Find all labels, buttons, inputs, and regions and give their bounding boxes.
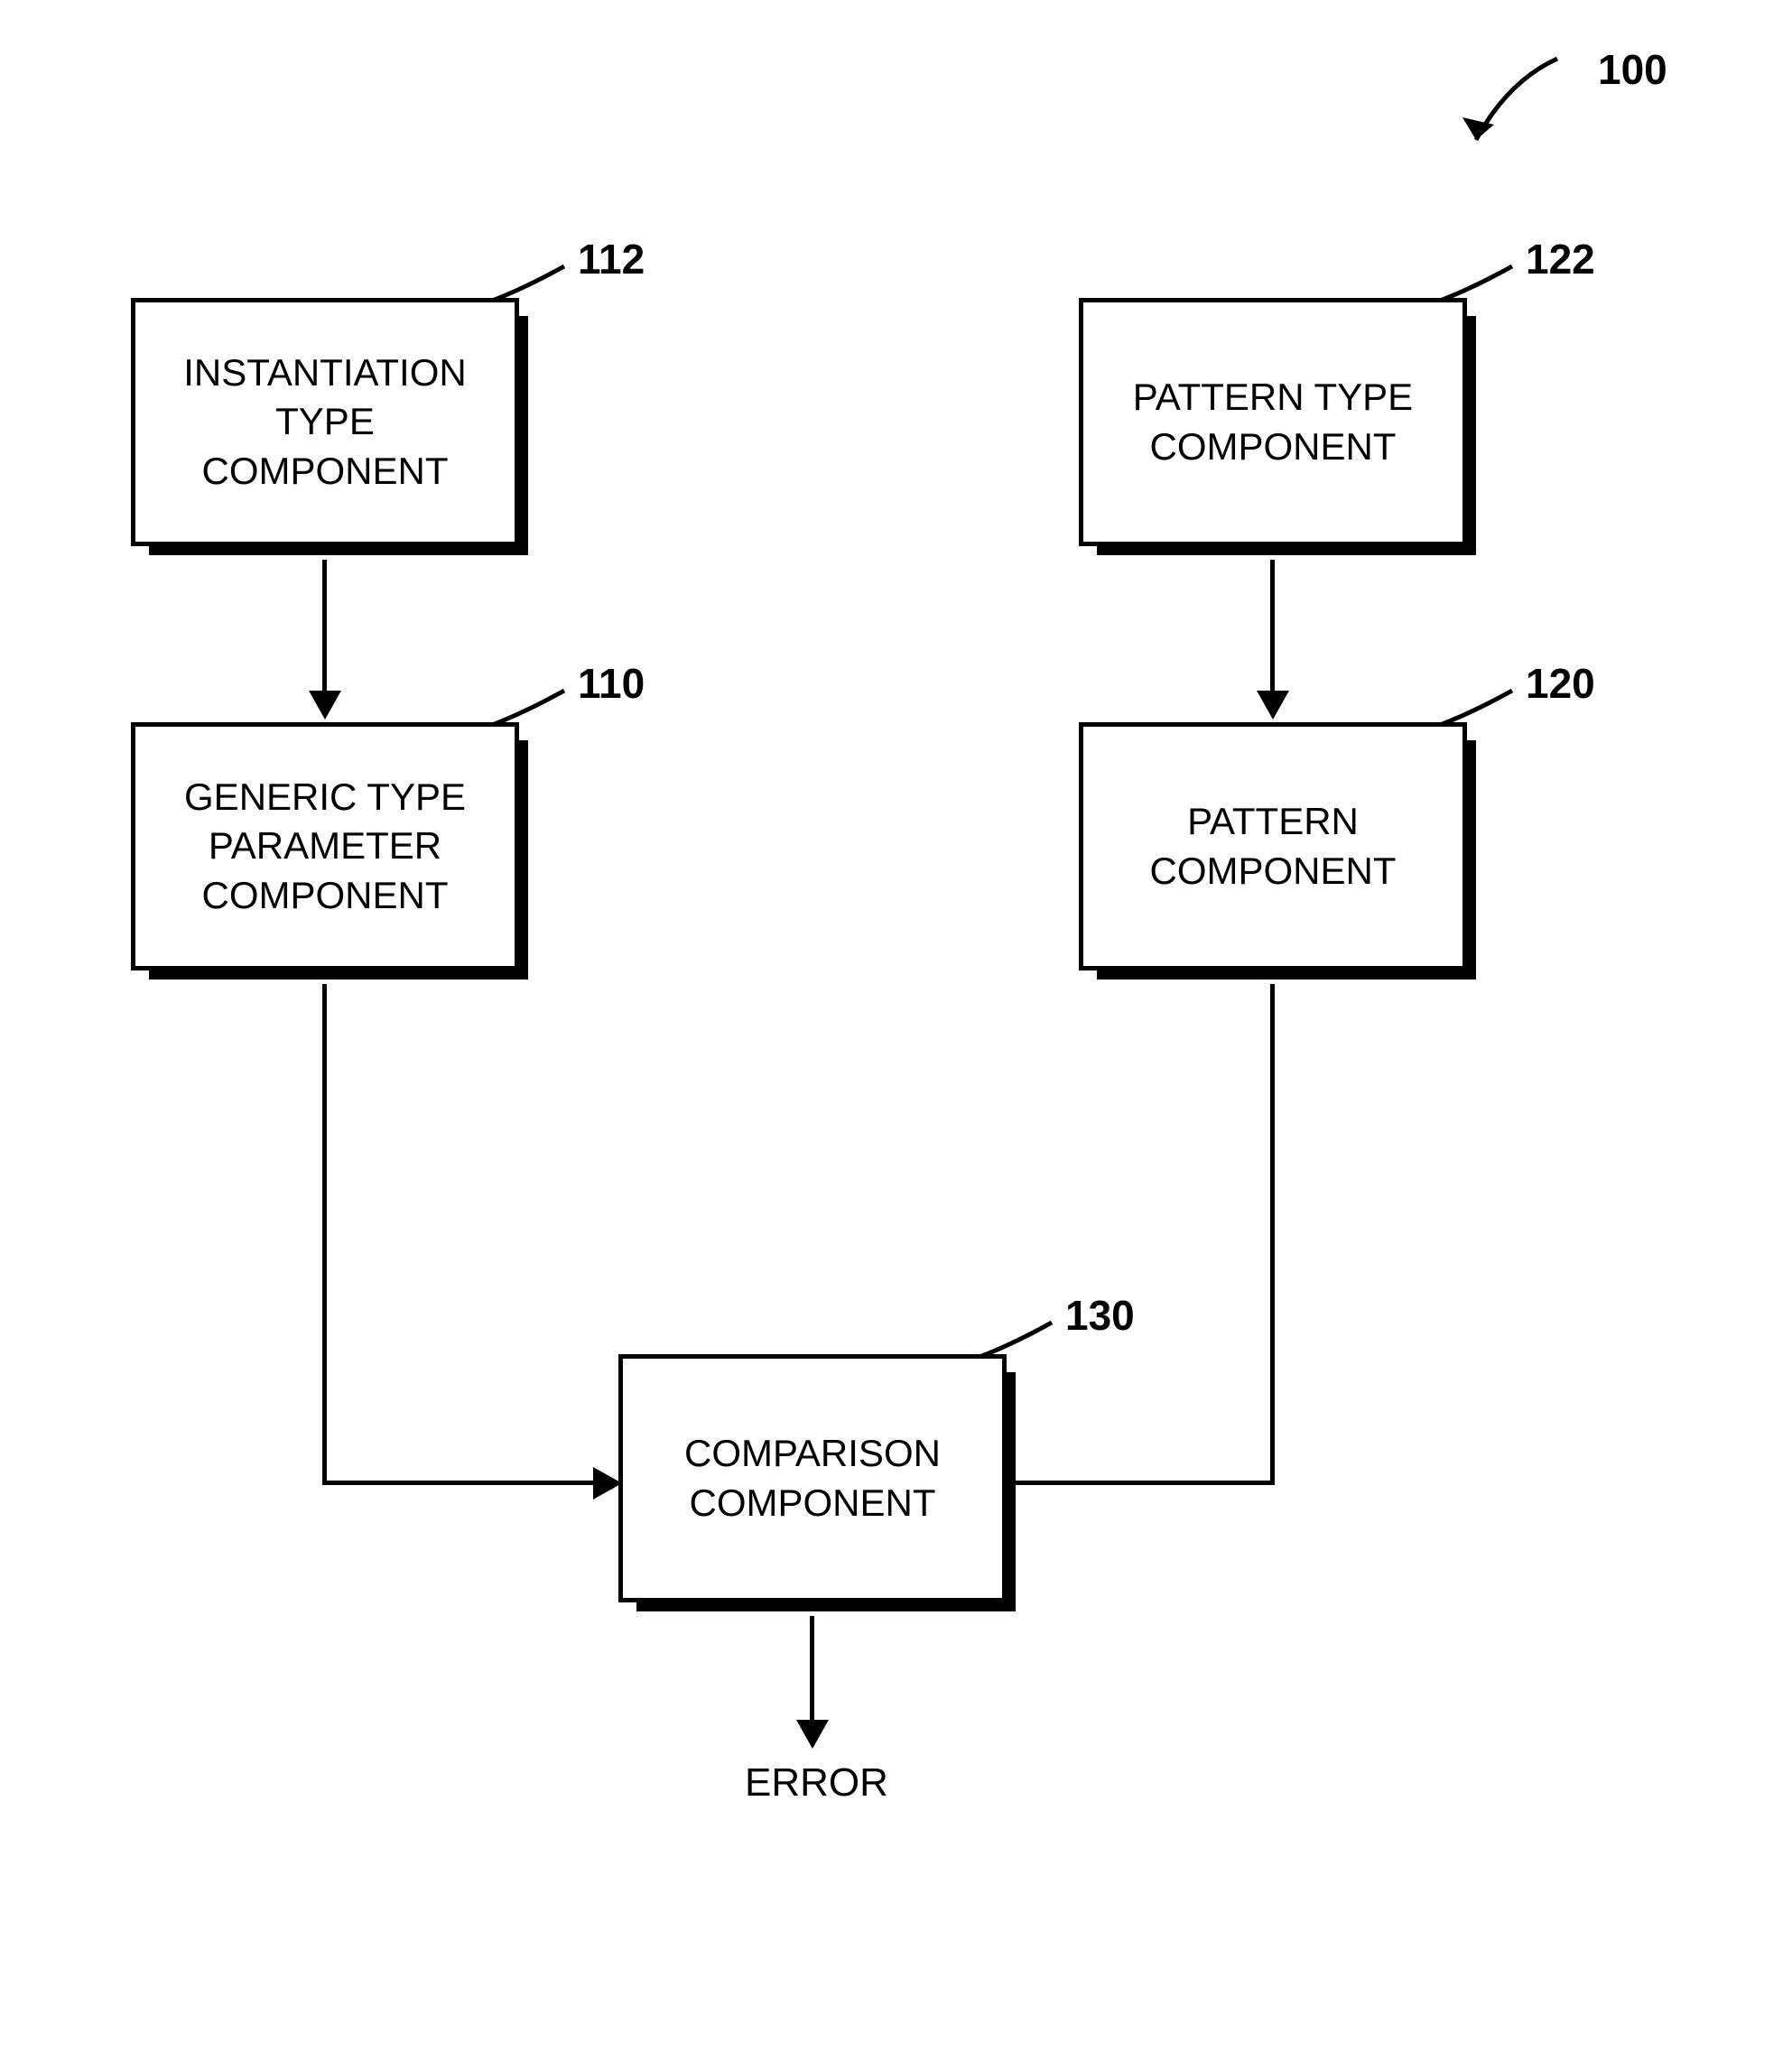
arrow-112-to-110 [322,560,327,695]
box-pattern-type: PATTERN TYPE COMPONENT [1079,298,1467,546]
box-comparison-text: COMPARISON COMPONENT [641,1429,984,1527]
arrow-130-down [810,1616,814,1724]
box-comparison: COMPARISON COMPONENT [618,1354,1007,1602]
box-generic: GENERIC TYPE PARAMETER COMPONENT [131,722,519,970]
label-130: 130 [1065,1291,1135,1340]
arrow-head-130-to-error [796,1720,829,1749]
box-generic-text: GENERIC TYPE PARAMETER COMPONENT [153,773,497,921]
label-120: 120 [1526,659,1595,708]
hook-arrow-100 [1453,54,1562,153]
label-112: 112 [578,235,645,283]
arrow-110-right [322,1481,598,1485]
label-122: 122 [1526,235,1595,283]
arrow-head-112-to-110 [309,691,341,720]
arrow-head-122-to-120 [1257,691,1289,720]
arrow-122-to-120 [1270,560,1275,695]
box-pattern: PATTERN COMPONENT [1079,722,1467,970]
arrow-120-left [1002,1481,1275,1485]
box-instantiation-text: INSTANTIATION TYPE COMPONENT [153,348,497,497]
box-pattern-text: PATTERN COMPONENT [1101,797,1444,896]
arrow-110-down [322,984,327,1485]
box-instantiation: INSTANTIATION TYPE COMPONENT [131,298,519,546]
box-pattern-type-text: PATTERN TYPE COMPONENT [1101,373,1444,471]
label-110: 110 [578,659,645,708]
error-output: ERROR [745,1760,880,1806]
label-100: 100 [1598,45,1667,94]
arrow-120-down [1270,984,1275,1485]
